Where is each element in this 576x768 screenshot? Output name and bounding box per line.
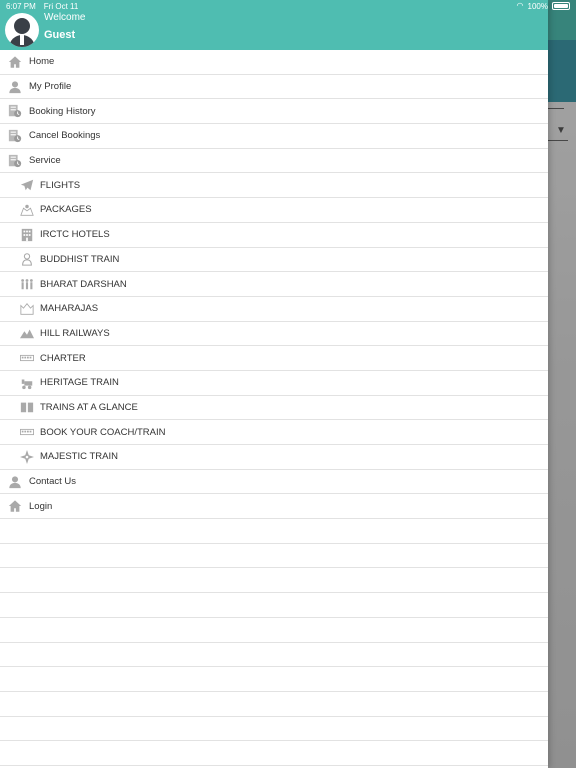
- welcome-label: Welcome: [44, 12, 86, 23]
- empty-row: [0, 568, 548, 594]
- building-icon: [20, 228, 34, 242]
- menu-item-label: MAHARAJAS: [40, 303, 99, 315]
- menu-item-label: BHARAT DARSHAN: [40, 278, 127, 290]
- coach-icon: [20, 425, 34, 439]
- mountain-icon: [20, 326, 34, 340]
- menu-item-bharat-darshan[interactable]: BHARAT DARSHAN: [0, 272, 548, 297]
- menu-item-label: Service: [29, 155, 61, 167]
- status-bar: 6:07 PM Fri Oct 11 ◠ 100%: [0, 0, 576, 12]
- menu-item-label: Booking History: [29, 105, 96, 117]
- menu-item-booking-history[interactable]: Booking History: [0, 99, 548, 125]
- menu-item-charter[interactable]: CHARTER: [0, 346, 548, 371]
- menu-item-label: BOOK YOUR COACH/TRAIN: [40, 426, 166, 438]
- user-icon: [8, 80, 22, 94]
- status-date: Fri Oct 11: [43, 1, 79, 11]
- menu-item-label: Contact Us: [29, 476, 76, 488]
- document-clock-icon: [8, 154, 22, 168]
- menu-item-login[interactable]: Login: [0, 494, 548, 520]
- battery-icon: [552, 2, 570, 10]
- empty-row: [0, 519, 548, 544]
- menu-item-irctc-hotels[interactable]: IRCTC HOTELS: [0, 223, 548, 248]
- menu-item-majestic-train[interactable]: MAJESTIC TRAIN: [0, 445, 548, 470]
- document-clock-icon: [8, 129, 22, 143]
- battery-percent: 100%: [527, 1, 548, 11]
- menu-item-packages[interactable]: PACKAGES: [0, 198, 548, 223]
- menu-item-my-profile[interactable]: My Profile: [0, 75, 548, 100]
- map-pin-icon: [20, 203, 34, 217]
- menu-item-label: TRAINS AT A GLANCE: [40, 401, 138, 413]
- home-icon: [8, 55, 22, 69]
- people-icon: [20, 277, 34, 291]
- document-clock-icon: [8, 104, 22, 118]
- empty-row: [0, 593, 548, 618]
- menu-item-heritage-train[interactable]: HERITAGE TRAIN: [0, 371, 548, 396]
- coach-icon: [20, 351, 34, 365]
- wifi-icon: ◠: [516, 1, 524, 10]
- menu-item-label: PACKAGES: [40, 204, 92, 216]
- menu-item-contact-us[interactable]: Contact Us: [0, 470, 548, 495]
- menu-item-cancel-bookings[interactable]: Cancel Bookings: [0, 124, 548, 149]
- menu-item-label: HILL RAILWAYS: [40, 327, 110, 339]
- menu-list: Home My Profile Booking History Cancel Book…: [0, 50, 548, 520]
- menu-item-label: IRCTC HOTELS: [40, 229, 110, 241]
- empty-row: [0, 741, 548, 766]
- menu-item-label: My Profile: [29, 81, 72, 93]
- menu-item-flights[interactable]: FLIGHTS: [0, 173, 548, 199]
- user-name: Guest: [44, 29, 76, 41]
- menu-item-label: CHARTER: [40, 352, 86, 364]
- menu-item-home[interactable]: Home: [0, 50, 548, 75]
- steam-engine-icon: [20, 376, 34, 390]
- menu-item-label: MAJESTIC TRAIN: [40, 451, 118, 463]
- user-icon: [8, 475, 22, 489]
- menu-item-maharajas[interactable]: MAHARAJAS: [0, 297, 548, 322]
- menu-item-label: FLIGHTS: [40, 179, 81, 191]
- empty-list-area: [0, 519, 548, 768]
- menu-item-label: Login: [29, 500, 53, 512]
- menu-item-label: HERITAGE TRAIN: [40, 377, 119, 389]
- welcome-block: Welcome Guest: [44, 11, 86, 43]
- airplane-icon: [20, 178, 34, 192]
- book-icon: [20, 400, 34, 414]
- empty-row: [0, 643, 548, 668]
- empty-row: [0, 717, 548, 742]
- buddha-icon: [20, 252, 34, 266]
- menu-item-trains-at-a-glance[interactable]: TRAINS AT A GLANCE: [0, 396, 548, 421]
- empty-row: [0, 667, 548, 692]
- menu-item-service[interactable]: Service: [0, 149, 548, 174]
- avatar[interactable]: [5, 13, 39, 47]
- menu-item-hill-railways[interactable]: HILL RAILWAYS: [0, 322, 548, 347]
- navigation-drawer: Welcome Guest Home My Profile Booking Hist…: [0, 0, 548, 768]
- home-icon: [8, 499, 22, 513]
- menu-item-label: Home: [29, 56, 55, 68]
- menu-item-label: BUDDHIST TRAIN: [40, 253, 120, 265]
- menu-item-label: Cancel Bookings: [29, 130, 101, 142]
- empty-row: [0, 692, 548, 717]
- menu-item-buddhist-train[interactable]: BUDDHIST TRAIN: [0, 248, 548, 273]
- menu-item-book-your-coach-train[interactable]: BOOK YOUR COACH/TRAIN: [0, 420, 548, 445]
- compass-icon: [20, 449, 34, 464]
- status-time: 6:07 PM: [6, 1, 36, 11]
- empty-row: [0, 618, 548, 643]
- empty-row: [0, 544, 548, 569]
- palace-icon: [20, 302, 34, 316]
